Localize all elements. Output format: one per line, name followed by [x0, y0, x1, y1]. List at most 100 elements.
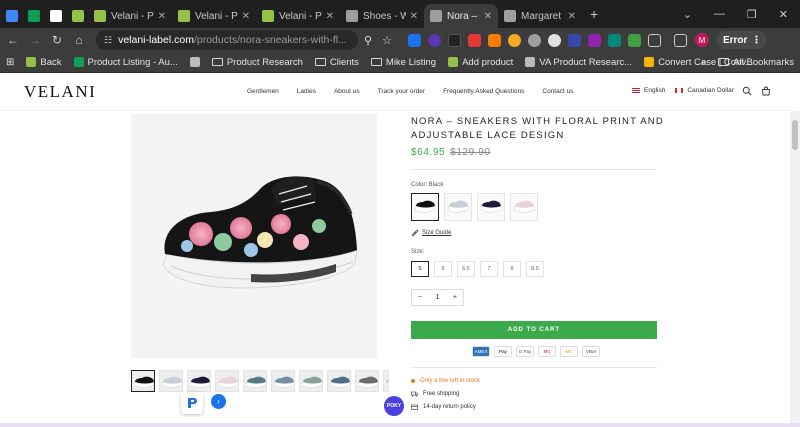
- nav-link[interactable]: Track your order: [378, 88, 425, 95]
- extension-download-icon[interactable]: [407, 33, 421, 47]
- site-logo[interactable]: VELANI: [24, 82, 96, 102]
- browser-tab[interactable]: Nora – Snea ✕: [424, 4, 498, 28]
- back-arrow-icon[interactable]: ←: [2, 33, 24, 47]
- product-thumbnail[interactable]: [187, 370, 211, 392]
- size-option[interactable]: 6.5: [457, 261, 475, 277]
- close-tab-icon[interactable]: ✕: [158, 11, 166, 22]
- scrollbar-thumb[interactable]: [792, 120, 798, 150]
- tab-search-icon[interactable]: ⌄: [683, 8, 692, 21]
- browser-tab[interactable]: [0, 4, 22, 28]
- browser-tab[interactable]: Velani - Prod ✕: [172, 4, 256, 28]
- nav-link[interactable]: Frequently Asked Questions: [443, 88, 524, 95]
- extension-icon[interactable]: [607, 33, 621, 47]
- error-chip[interactable]: Error ⋮: [716, 31, 768, 49]
- all-bookmarks-button[interactable]: All Bookmarks: [718, 57, 794, 68]
- search-icon[interactable]: [742, 86, 752, 96]
- reload-icon[interactable]: ↻: [46, 33, 68, 47]
- quantity-plus-button[interactable]: +: [453, 294, 457, 301]
- extension-icon[interactable]: [427, 33, 441, 47]
- cart-bag-icon[interactable]: [761, 86, 771, 96]
- browser-tab[interactable]: Velani - Prod ✕: [88, 4, 172, 28]
- size-guide-link[interactable]: Size Guide: [411, 229, 451, 237]
- new-tab-button[interactable]: +: [590, 6, 598, 22]
- bookmark-item[interactable]: [189, 57, 200, 67]
- minimize-icon[interactable]: —: [714, 8, 725, 20]
- extension-icon[interactable]: [547, 33, 561, 47]
- extension-icon[interactable]: [447, 33, 461, 47]
- poky-widget-button[interactable]: POKY: [384, 396, 404, 416]
- floating-next-button[interactable]: ›: [211, 394, 226, 409]
- close-tab-icon[interactable]: ✕: [568, 11, 576, 22]
- browser-tab[interactable]: Velani - Prod ✕: [256, 4, 340, 28]
- product-thumbnail[interactable]: [215, 370, 239, 392]
- size-option[interactable]: 8: [503, 261, 521, 277]
- size-option[interactable]: 7: [480, 261, 498, 277]
- size-option[interactable]: 6: [434, 261, 452, 277]
- quantity-value[interactable]: 1: [436, 294, 440, 301]
- close-tab-icon[interactable]: ✕: [484, 11, 492, 22]
- zoom-search-icon[interactable]: ⚲: [364, 34, 372, 47]
- color-swatch[interactable]: [510, 193, 538, 221]
- close-tab-icon[interactable]: ✕: [242, 11, 250, 22]
- product-main-image[interactable]: [131, 114, 377, 358]
- product-thumbnail[interactable]: [271, 370, 295, 392]
- more-bookmarks-button[interactable]: »: [701, 57, 706, 68]
- color-swatch[interactable]: [477, 193, 505, 221]
- size-option[interactable]: 8.5: [526, 261, 544, 277]
- browser-tab[interactable]: [22, 4, 44, 28]
- sidebar-panel-icon[interactable]: [673, 33, 687, 47]
- extension-icon[interactable]: [487, 33, 501, 47]
- sale-price: $64.95: [411, 147, 446, 158]
- close-window-icon[interactable]: ✕: [779, 8, 788, 21]
- address-bar[interactable]: ☷ velani-label.com/products/nora-sneaker…: [96, 30, 358, 50]
- close-tab-icon[interactable]: ✕: [326, 11, 334, 22]
- product-thumbnail[interactable]: [383, 370, 389, 392]
- home-icon[interactable]: ⌂: [68, 33, 90, 47]
- bookmark-item[interactable]: VA Product Researc...: [525, 57, 632, 68]
- product-thumbnail[interactable]: [327, 370, 351, 392]
- nav-link[interactable]: Contact us: [542, 88, 573, 95]
- nav-link[interactable]: Gentlemen: [247, 88, 279, 95]
- profile-avatar[interactable]: M: [694, 33, 709, 47]
- bookmark-item[interactable]: Product Research: [211, 57, 303, 68]
- site-info-icon[interactable]: ☷: [104, 35, 112, 46]
- extension-icon[interactable]: [627, 33, 641, 47]
- apps-grid-icon[interactable]: ⊞: [6, 57, 14, 68]
- extension-icon[interactable]: [507, 33, 521, 47]
- locale-selector[interactable]: English Canadian Dollar: [632, 87, 734, 94]
- close-tab-icon[interactable]: ✕: [410, 11, 418, 22]
- extension-icon[interactable]: [527, 33, 541, 47]
- extension-icon[interactable]: [567, 33, 581, 47]
- product-thumbnail[interactable]: [131, 370, 155, 392]
- extension-icon[interactable]: [587, 33, 601, 47]
- add-to-cart-button[interactable]: ADD TO CART: [411, 321, 657, 339]
- browser-tab[interactable]: Margaret - ✕: [498, 4, 582, 28]
- forward-arrow-icon[interactable]: →: [24, 33, 46, 47]
- bookmark-item[interactable]: Product Listing - Au...: [73, 57, 178, 68]
- bookmark-item[interactable]: Add product: [448, 57, 513, 68]
- page-scrollbar[interactable]: [790, 111, 800, 427]
- floating-app-widget[interactable]: [181, 392, 203, 414]
- product-thumbnail[interactable]: [243, 370, 267, 392]
- browser-tab[interactable]: Shoes - Wo ✕: [340, 4, 424, 28]
- bookmark-item[interactable]: Mike Listing: [370, 57, 436, 68]
- extension-icon[interactable]: [467, 33, 481, 47]
- bookmark-item[interactable]: Back: [26, 57, 62, 68]
- color-swatch[interactable]: [444, 193, 472, 221]
- color-swatch[interactable]: [411, 193, 439, 221]
- extensions-puzzle-icon[interactable]: [647, 33, 661, 47]
- maximize-icon[interactable]: ❐: [747, 8, 757, 21]
- product-thumbnail[interactable]: [299, 370, 323, 392]
- browser-tab[interactable]: [66, 4, 88, 28]
- product-thumbnail[interactable]: [159, 370, 183, 392]
- divider: [411, 169, 657, 170]
- nav-link[interactable]: About us: [334, 88, 360, 95]
- browser-tab[interactable]: [44, 4, 66, 28]
- quantity-minus-button[interactable]: −: [418, 294, 422, 301]
- bookmarks-bar: ⊞ Back Product Listing - Au... Product Res…: [0, 52, 800, 73]
- bookmark-star-icon[interactable]: ☆: [382, 34, 392, 47]
- size-option[interactable]: 5: [411, 261, 429, 277]
- nav-link[interactable]: Ladies: [297, 88, 316, 95]
- bookmark-item[interactable]: Clients: [314, 57, 359, 68]
- product-thumbnail[interactable]: [355, 370, 379, 392]
